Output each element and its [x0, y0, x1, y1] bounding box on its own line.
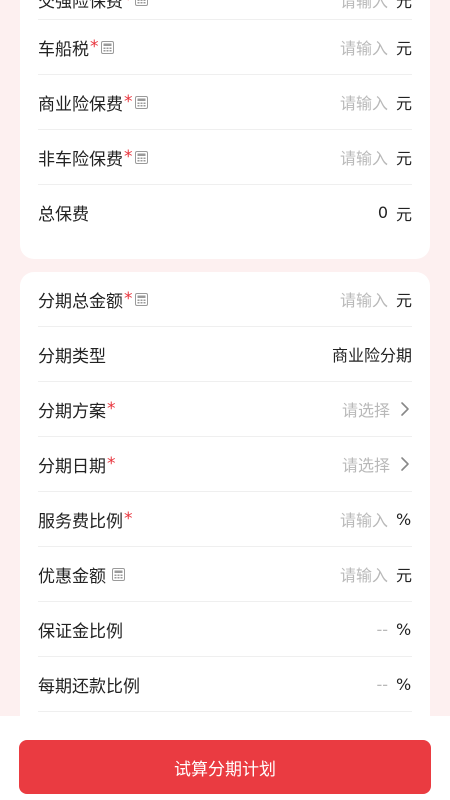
service-fee-label: 服务费比例 [38, 511, 123, 532]
required-marker: * [107, 399, 116, 419]
non-vehicle-premium-row[interactable]: 非车险保费 * 请输入 元 [38, 130, 412, 185]
repay-ratio-row: 每期还款比例 -- % [38, 657, 412, 712]
commercial-premium-input[interactable]: 请输入 [340, 90, 388, 114]
installment-plan-select[interactable]: 请选择 [342, 397, 390, 421]
repay-ratio-value-group: -- % [376, 675, 412, 694]
deposit-ratio-label-group: 保证金比例 [38, 617, 123, 642]
total-premium-value-group: 0 元 [378, 201, 412, 225]
calculator-icon[interactable] [112, 567, 125, 581]
non-vehicle-premium-unit: 元 [396, 149, 413, 168]
installment-type-label-group: 分期类型 [38, 342, 106, 367]
calculator-icon[interactable] [134, 292, 148, 306]
compulsory-premium-unit: 元 [396, 0, 413, 11]
compulsory-premium-row[interactable]: 交强险保费 * 请输入 元 [38, 0, 412, 20]
repay-ratio-value: -- [376, 674, 388, 694]
vehicle-tax-row[interactable]: 车船税 * 请输入 元 [38, 20, 412, 75]
vehicle-tax-label-group: 车船税 * [38, 35, 114, 60]
commercial-premium-unit: 元 [396, 94, 413, 113]
deposit-ratio-value-group: -- % [376, 620, 412, 639]
installment-total-label: 分期总金额 [38, 291, 123, 312]
required-marker: * [124, 92, 133, 112]
total-premium-row: 总保费 0 元 [38, 185, 412, 240]
installment-plan-row[interactable]: 分期方案 * 请选择 [38, 382, 412, 437]
deposit-ratio-value: -- [376, 619, 388, 639]
non-vehicle-premium-label: 非车险保费 [38, 149, 123, 170]
non-vehicle-premium-label-group: 非车险保费 * [38, 145, 148, 170]
non-vehicle-premium-value-group: 请输入 元 [340, 145, 412, 169]
total-premium-value: 0 [377, 203, 388, 222]
repay-ratio-label-group: 每期还款比例 [38, 672, 140, 697]
required-marker: * [124, 289, 133, 309]
installment-total-label-group: 分期总金额 * [38, 287, 148, 312]
vehicle-tax-input[interactable]: 请输入 [340, 35, 388, 59]
vehicle-tax-label: 车船税 [38, 39, 89, 60]
installment-date-row[interactable]: 分期日期 * 请选择 [38, 437, 412, 492]
installment-plan-value-group: 请选择 [342, 397, 412, 421]
discount-label: 优惠金额 [38, 566, 106, 587]
installment-date-label: 分期日期 [38, 456, 106, 477]
installment-date-select[interactable]: 请选择 [342, 452, 390, 476]
compulsory-premium-label: 交强险保费 [38, 0, 123, 12]
required-marker: * [124, 0, 133, 10]
calculate-plan-button[interactable]: 试算分期计划 [19, 740, 431, 794]
non-vehicle-premium-input[interactable]: 请输入 [340, 145, 388, 169]
compulsory-premium-value-group: 请输入 元 [340, 0, 412, 12]
discount-input[interactable]: 请输入 [340, 562, 388, 586]
compulsory-premium-label-group: 交强险保费 * [38, 0, 148, 12]
commercial-premium-label: 商业险保费 [38, 94, 123, 115]
vehicle-tax-value-group: 请输入 元 [340, 35, 412, 59]
compulsory-premium-input[interactable]: 请输入 [340, 0, 388, 12]
required-marker: * [124, 509, 133, 529]
commercial-premium-label-group: 商业险保费 * [38, 90, 148, 115]
deposit-ratio-row: 保证金比例 -- % [38, 602, 412, 657]
installment-total-value-group: 请输入 元 [340, 287, 412, 311]
installment-type-row: 分期类型 商业险分期 [38, 327, 412, 382]
installment-card: 分期总金额 * 请输入 元 分期类型 商业险分期 分期方案 * 请选择 分期日期… [20, 272, 430, 742]
installment-total-row[interactable]: 分期总金额 * 请输入 元 [38, 272, 412, 327]
vehicle-tax-unit: 元 [396, 39, 413, 58]
calculator-icon[interactable] [134, 150, 148, 164]
service-fee-value-group: 请输入 % [340, 507, 412, 531]
repay-ratio-unit: % [396, 674, 412, 694]
commercial-premium-row[interactable]: 商业险保费 * 请输入 元 [38, 75, 412, 130]
deposit-ratio-unit: % [396, 619, 412, 639]
total-premium-unit: 元 [396, 204, 413, 224]
installment-date-label-group: 分期日期 * [38, 452, 116, 477]
calculator-icon[interactable] [100, 40, 114, 54]
total-premium-label-group: 总保费 [38, 200, 89, 225]
service-fee-label-group: 服务费比例 * [38, 507, 133, 532]
required-marker: * [107, 454, 116, 474]
installment-date-value-group: 请选择 [342, 452, 412, 476]
discount-label-group: 优惠金额 [38, 562, 125, 587]
premium-card: 交强险保费 * 请输入 元 车船税 * 请输入 元 商业险保费 * 请输入 元 [20, 0, 430, 259]
installment-type-label: 分期类型 [38, 346, 106, 367]
discount-row[interactable]: 优惠金额 请输入 元 [38, 547, 412, 602]
commercial-premium-value-group: 请输入 元 [340, 90, 412, 114]
installment-type-value-group: 商业险分期 [332, 342, 412, 366]
installment-type-value: 商业险分期 [331, 346, 412, 365]
required-marker: * [90, 37, 99, 57]
service-fee-input[interactable]: 请输入 [340, 507, 388, 531]
required-marker: * [124, 147, 133, 167]
installment-total-unit: 元 [396, 291, 413, 310]
discount-unit: 元 [396, 566, 413, 585]
installment-plan-label: 分期方案 [38, 401, 106, 422]
service-fee-row[interactable]: 服务费比例 * 请输入 % [38, 492, 412, 547]
total-premium-label: 总保费 [38, 205, 89, 225]
chevron-right-icon[interactable] [398, 401, 412, 417]
deposit-ratio-label: 保证金比例 [38, 621, 123, 642]
calculator-icon[interactable] [134, 0, 148, 6]
service-fee-unit: % [396, 509, 412, 529]
chevron-right-icon[interactable] [398, 456, 412, 472]
calculator-icon[interactable] [134, 95, 148, 109]
installment-plan-label-group: 分期方案 * [38, 397, 116, 422]
discount-value-group: 请输入 元 [340, 562, 412, 586]
repay-ratio-label: 每期还款比例 [38, 676, 140, 697]
installment-total-input[interactable]: 请输入 [340, 287, 388, 311]
